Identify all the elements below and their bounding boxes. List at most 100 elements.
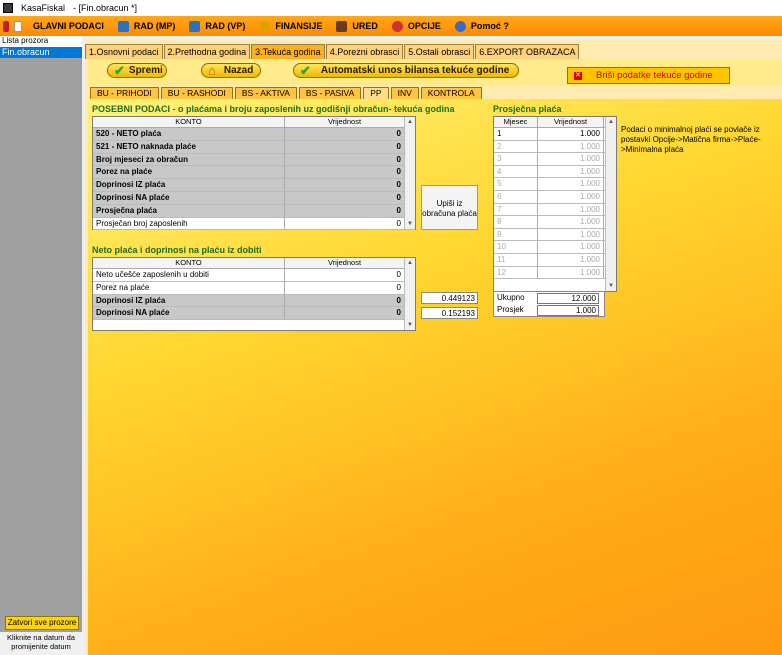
- toolbar-icons[interactable]: [3, 20, 27, 32]
- tab-ostali[interactable]: 5.Ostali obrasci: [404, 44, 475, 59]
- table-row[interactable]: 3 1.000: [494, 153, 616, 166]
- factor-na-field[interactable]: 0.152193: [421, 307, 478, 319]
- menu-rad-vp[interactable]: RAD (VP): [189, 20, 245, 32]
- table-row[interactable]: 521 - NETO naknada plaće 0: [93, 140, 415, 154]
- table-row[interactable]: 6 1.000: [494, 190, 616, 204]
- window-title: - [Fin.obracun *]: [73, 3, 138, 13]
- table-row[interactable]: Porez na plaće 0: [93, 281, 415, 295]
- save-button[interactable]: ✔ Spremi: [107, 63, 167, 78]
- menu-bar: GLAVNI PODACI RAD (MP) RAD (VP) FINANSIJ…: [0, 16, 782, 36]
- table-row[interactable]: Doprinosi NA plaće 0: [93, 307, 415, 321]
- home-icon: ⌂: [208, 63, 216, 78]
- coin-icon: [259, 20, 271, 32]
- close-all-button[interactable]: Zatvori sve prozore: [5, 616, 79, 630]
- app-icon: [3, 3, 13, 13]
- monthly-grid: Mjesec Vrijednost 1 1.000 2 1.000 3 1.000 41…: [493, 116, 617, 292]
- grid-scrollbar[interactable]: ▲ ▼: [404, 117, 415, 229]
- scroll-up-icon[interactable]: ▲: [405, 258, 415, 268]
- table-row[interactable]: 8 1.000: [494, 216, 616, 229]
- check-icon: ✔: [114, 62, 125, 78]
- import-payroll-button[interactable]: Upiši iz obračuna plaća: [421, 185, 478, 230]
- table-row[interactable]: Doprinosi NA plaće 0: [93, 191, 415, 205]
- table-row[interactable]: 12 1.000: [494, 266, 616, 280]
- table-row[interactable]: 2 1.000: [494, 140, 616, 154]
- table-row[interactable]: Prosječna plaća 0: [93, 204, 415, 218]
- window-list-panel: Lista prozora Fin.obracun Zatvori sve pr…: [0, 36, 82, 655]
- tab-porezni[interactable]: 4.Porezni obrasci: [325, 44, 404, 59]
- table-row[interactable]: 10 1.000: [494, 241, 616, 254]
- special-data-title: POSEBNI PODACI - o plaćama i broju zapos…: [92, 104, 455, 114]
- menu-rad-mp[interactable]: RAD (MP): [117, 20, 175, 32]
- sub-tabs: BU - PRIHODI BU - RASHODI BS - AKTIVA BS…: [90, 87, 484, 99]
- delete-data-button[interactable]: ✕ Briši podatke tekuće godine: [567, 67, 730, 84]
- table-row[interactable]: Doprinosi IZ plaća 0: [93, 179, 415, 192]
- date-info[interactable]: Kliknite na datum da promijenite datum: [0, 632, 82, 655]
- min-wage-note: Podaci o minimalnoj plaći se povlače iz …: [621, 125, 761, 154]
- auto-entry-button[interactable]: ✔ Automatski unos bilansa tekuće godine: [293, 63, 519, 78]
- profit-title: Neto plaća i doprinosi na plaću iz dobit…: [92, 245, 262, 255]
- table-row[interactable]: 11 1.000: [494, 253, 616, 267]
- average-value: 1.000: [537, 305, 599, 316]
- table-row[interactable]: 9 1.000: [494, 228, 616, 242]
- table-row[interactable]: 520 - NETO plaća 0: [93, 128, 415, 141]
- scroll-down-icon[interactable]: ▼: [405, 320, 415, 330]
- menu-pomoc[interactable]: Pomoć ?: [454, 20, 509, 32]
- help-icon: [454, 20, 466, 32]
- subtab-pp[interactable]: PP: [363, 87, 389, 99]
- factor-iz-field[interactable]: 0.449123: [421, 292, 478, 304]
- briefcase-icon: [336, 20, 348, 32]
- cart-icon: [117, 20, 129, 32]
- average-label: Prosjek: [497, 305, 524, 314]
- subtab-pasiva[interactable]: BS - PASIVA: [298, 87, 362, 99]
- table-row[interactable]: Porez na plaće 0: [93, 166, 415, 180]
- grid-header: Mjesec Vrijednost: [494, 117, 616, 128]
- table-row[interactable]: Broj mjeseci za obračun 0: [93, 153, 415, 167]
- gear-icon: [391, 20, 403, 32]
- grid-header: KONTO Vrijednost: [93, 117, 415, 128]
- app-name: KasaFiskal: [21, 3, 66, 13]
- main-tabs: 1.Osnovni podaci 2.Prethodna godina 3.Te…: [85, 44, 580, 59]
- special-data-grid: KONTO Vrijednost 520 - NETO plaća 0 521 - …: [92, 116, 416, 231]
- doc-icon[interactable]: [14, 20, 22, 32]
- scroll-down-icon[interactable]: ▼: [405, 219, 415, 229]
- table-row[interactable]: 7 1.000: [494, 203, 616, 217]
- window-list-item[interactable]: Fin.obracun: [0, 47, 82, 58]
- menu-ured[interactable]: URED: [336, 20, 378, 32]
- menu-finansije[interactable]: FINANSIJE: [259, 20, 322, 32]
- tab-osnovni[interactable]: 1.Osnovni podaci: [85, 44, 163, 59]
- profit-grid: KONTO Vrijednost Neto učešće zaposlenih u…: [92, 257, 416, 331]
- title-bar: KasaFiskal - [Fin.obracun *]: [0, 0, 782, 16]
- grid-scrollbar[interactable]: ▲ ▼: [404, 258, 415, 330]
- menu-opcije[interactable]: OPCIJE: [391, 20, 441, 32]
- table-row[interactable]: Neto učešće zaposlenih u dobiti 0: [93, 269, 415, 282]
- subtab-rashodi[interactable]: BU - RASHODI: [160, 87, 233, 99]
- tab-export[interactable]: 6.EXPORT OBRAZACA: [475, 44, 580, 59]
- total-label: Ukupno: [497, 293, 525, 302]
- delete-icon: ✕: [574, 71, 582, 80]
- total-value: 12.000: [537, 293, 599, 304]
- scroll-up-icon[interactable]: ▲: [606, 117, 616, 127]
- subtab-prihodi[interactable]: BU - PRIHODI: [90, 87, 159, 99]
- scroll-up-icon[interactable]: ▲: [405, 117, 415, 127]
- grid-scrollbar[interactable]: ▲ ▼: [605, 117, 616, 291]
- subtab-kontrola[interactable]: KONTROLA: [420, 87, 482, 99]
- avg-salary-title: Prosječna plaća: [493, 104, 562, 114]
- menu-glavni-podaci[interactable]: GLAVNI PODACI: [33, 21, 104, 31]
- table-row[interactable]: Doprinosi IZ plaća 0: [93, 294, 415, 308]
- tab-prethodna[interactable]: 2.Prethodna godina: [163, 44, 251, 59]
- subtab-inv[interactable]: INV: [390, 87, 419, 99]
- check-icon: ✔: [300, 62, 311, 78]
- table-row[interactable]: Prosječan broj zaposlenih 0: [93, 217, 415, 231]
- exit-icon[interactable]: [3, 20, 9, 32]
- tab-tekuca[interactable]: 3.Tekuća godina: [251, 44, 325, 59]
- subtab-aktiva[interactable]: BS - AKTIVA: [234, 87, 297, 99]
- table-row[interactable]: 5 1.000: [494, 178, 616, 191]
- back-button[interactable]: ⌂ Nazad: [201, 63, 261, 78]
- table-row[interactable]: 1 1.000: [494, 128, 616, 141]
- table-row[interactable]: 4 1.000: [494, 165, 616, 179]
- grid-header: KONTO Vrijednost: [93, 258, 415, 269]
- truck-icon: [189, 20, 201, 32]
- scroll-down-icon[interactable]: ▼: [606, 281, 616, 291]
- window-list-header: Lista prozora: [0, 36, 82, 47]
- avg-summary: Ukupno 12.000 Prosjek 1.000: [493, 291, 605, 317]
